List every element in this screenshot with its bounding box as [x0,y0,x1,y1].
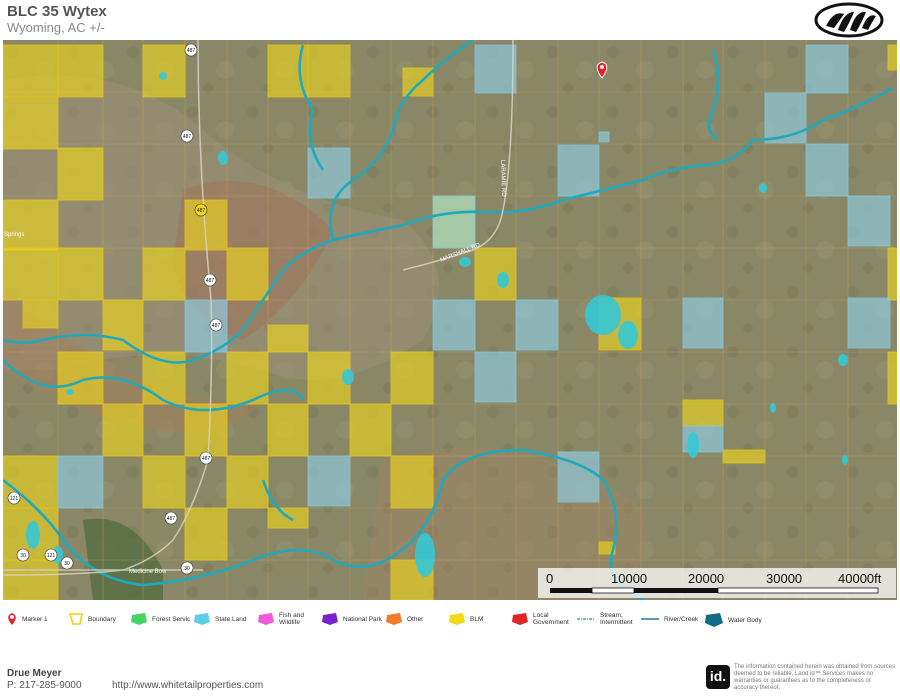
svg-text:487: 487 [202,456,211,462]
map-pin-icon [8,613,16,625]
medicine-bow-label: Medicine Bow [129,569,167,575]
local-government-icon [512,613,528,625]
route-shield: 487 [194,203,208,217]
website-link[interactable]: http://www.whitetailproperties.com [112,680,263,691]
stream-intermittent-icon [577,618,595,620]
satellite-map[interactable]: 487 487 487 487 487 487 487 121 121 30 3… [3,40,897,600]
route-shield: 487 [180,129,194,143]
national-park-icon [322,613,338,625]
route-shield: 121 [44,548,58,562]
legend-item-fish-wildlife: Fish and Wildlife [257,612,313,626]
svg-text:487: 487 [183,134,192,140]
map-subtitle: Wyoming, AC +/- [7,20,105,35]
blm-icon [449,613,465,625]
legend-item-local-government: Local Government [511,612,571,626]
bear-paw-logo-icon [814,2,884,38]
legend-item-stream-intermittent: Stream, Intermittent [576,612,636,626]
forest-service-icon [131,613,147,625]
route-shield: 30 [60,556,74,570]
header: BLC 35 Wytex Wyoming, AC +/- [0,0,900,40]
svg-text:30: 30 [184,566,190,572]
svg-text:487: 487 [212,323,221,329]
route-shield: 487 [184,43,198,57]
svg-text:30: 30 [20,553,26,559]
legend-item-forest-service: Forest Servic [130,612,190,626]
svg-text:487: 487 [197,208,206,214]
land-id-logo-icon: id. [706,665,730,689]
fish-wildlife-icon [258,613,274,625]
svg-text:30: 30 [64,561,70,567]
route-shield: 30 [180,561,194,575]
legend-item-water-body: Water Body [704,612,762,628]
route-shield: 30 [16,548,30,562]
state-land-icon [194,613,210,625]
agent-name: Drue Meyer [7,668,62,679]
scale-label-10000: 10000 [611,571,648,586]
svg-text:487: 487 [187,48,196,54]
map-legend: Marker 1 Boundary Forest Servic State La… [0,604,900,644]
route-shield: 487 [209,318,223,332]
other-land-icon [386,613,402,625]
legend-item-boundary: Boundary [68,612,116,626]
svg-text:487: 487 [206,278,215,284]
springs-label: Springs [4,232,24,238]
agent-phone: P: 217-285-9000 [7,680,82,691]
scale-bar: 0 10000 20000 30000 40000ft [538,568,896,598]
scale-label-20000: 20000 [688,571,725,586]
legend-item-river-creek: River/Creek [640,612,698,626]
legend-item-blm: BLM [448,612,483,626]
river-creek-icon [641,618,659,620]
svg-text:121: 121 [47,553,56,559]
legend-item-national-park: National Park [321,612,382,626]
scale-label-40000ft: 40000ft [838,571,882,586]
scale-label-30000: 30000 [766,571,803,586]
route-shield: 487 [199,451,213,465]
water-body-icon [705,613,723,627]
svg-text:487: 487 [167,516,176,522]
legend-item-marker: Marker 1 [6,612,48,626]
legend-item-other: Other [385,612,423,626]
route-shield: 121 [7,491,21,505]
disclaimer-text: The information contained herein was obt… [734,664,896,691]
svg-text:121: 121 [10,496,19,502]
route-shield: 487 [164,511,178,525]
route-shield: 487 [203,273,217,287]
scale-label-0: 0 [546,571,554,586]
map-title: BLC 35 Wytex [7,3,107,20]
boundary-icon [68,613,83,625]
legend-item-state-land: State Land [193,612,246,626]
